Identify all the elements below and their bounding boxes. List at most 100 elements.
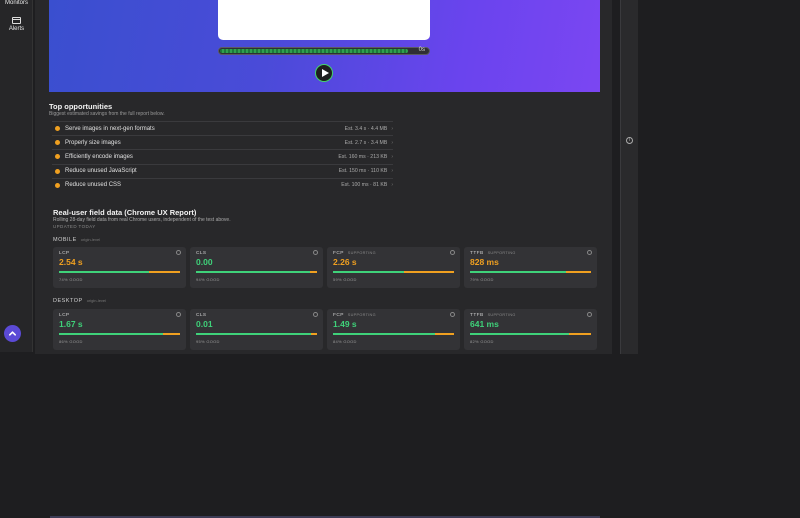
distribution-bar: [470, 333, 591, 335]
main-panel: 0s Top opportunities Biggest estimated s…: [35, 0, 612, 354]
good-segment: [59, 333, 164, 335]
metric-tag: SUPPORTING: [487, 313, 516, 317]
opportunity-estimate: Est. 3.4 s · 4.4 MB: [344, 125, 388, 132]
opportunity-row[interactable]: Properly size images Est. 2.7 s · 3.4 MB ›: [52, 135, 393, 149]
opportunity-row[interactable]: Efficiently encode images Est. 160 ms · 2…: [52, 149, 393, 163]
nav-item-monitors-label: Monitors: [4, 0, 28, 6]
info-icon[interactable]: [313, 250, 318, 255]
chevron-right-icon: ›: [391, 182, 393, 189]
playback-time: 0s: [418, 47, 425, 53]
good-segment: [196, 333, 311, 335]
needs-improvement-segment: [163, 333, 180, 335]
metric-card-cls[interactable]: CLS 0.01 95% GOOD: [190, 309, 323, 350]
mobile-tag: origin-level: [80, 237, 101, 242]
needs-improvement-segment: [148, 271, 180, 273]
metric-card-fcp[interactable]: FCP SUPPORTING 2.26 s 59% GOOD: [327, 247, 460, 288]
warning-dot-icon: [55, 154, 60, 160]
needs-improvement-segment: [569, 333, 591, 335]
nav-item-monitors[interactable]: Monitors: [0, 0, 33, 6]
opportunity-estimate: Est. 150 ms · 110 KB: [338, 168, 388, 175]
distribution-bar: [196, 271, 317, 273]
page-preview-frame: [218, 0, 430, 40]
good-percentage: 59% GOOD: [333, 277, 357, 282]
metric-header: TTFB SUPPORTING: [470, 313, 591, 318]
info-icon[interactable]: i: [626, 137, 633, 144]
good-percentage: 82% GOOD: [470, 339, 494, 344]
metric-header: CLS: [196, 251, 317, 256]
good-percentage: 94% GOOD: [196, 277, 220, 282]
distribution-bar: [333, 271, 454, 273]
needs-improvement-segment: [404, 271, 454, 273]
opportunities-title: Top opportunities: [49, 102, 113, 111]
metric-card-fcp[interactable]: FCP SUPPORTING 1.49 s 84% GOOD: [327, 309, 460, 350]
opportunities-subtitle: Biggest estimated savings from the full …: [49, 111, 165, 117]
info-icon[interactable]: [176, 312, 181, 317]
metric-card-ttfb[interactable]: TTFB SUPPORTING 828 ms 79% GOOD: [464, 247, 597, 288]
opportunity-estimate: Est. 160 ms · 213 KB: [338, 153, 388, 160]
nav-item-alerts[interactable]: Alerts: [0, 17, 33, 32]
play-button[interactable]: [315, 64, 333, 82]
opportunities-list: Serve images in next-gen formats Est. 3.4…: [52, 121, 393, 192]
metric-name: TTFB: [470, 313, 484, 318]
info-icon[interactable]: [450, 312, 455, 317]
metric-name: LCP: [59, 251, 70, 256]
opportunity-estimate: Est. 100 ms · 81 KB: [341, 182, 388, 189]
good-percentage: 79% GOOD: [470, 277, 494, 282]
good-percentage: 74% GOOD: [59, 277, 83, 282]
metric-card-lcp[interactable]: LCP 2.54 s 74% GOOD: [53, 247, 186, 288]
opportunity-estimate: Est. 2.7 s · 3.4 MB: [344, 139, 388, 146]
good-percentage: 86% GOOD: [59, 339, 83, 344]
metric-value: 0.00: [196, 257, 213, 267]
metric-value: 1.67 s: [59, 319, 83, 329]
warning-dot-icon: [55, 182, 60, 188]
info-icon[interactable]: [587, 250, 592, 255]
metric-header: CLS: [196, 313, 317, 318]
metric-name: LCP: [59, 313, 70, 318]
mobile-section-label: MOBILE origin-level: [53, 237, 100, 243]
desktop-tag: origin-level: [86, 298, 107, 303]
metric-header: FCP SUPPORTING: [333, 313, 454, 318]
good-percentage: 95% GOOD: [196, 339, 220, 344]
desktop-section-label: DESKTOP origin-level: [53, 298, 106, 304]
opportunity-label: Serve images in next-gen formats: [65, 125, 155, 132]
metric-card-cls[interactable]: CLS 0.00 94% GOOD: [190, 247, 323, 288]
good-segment: [470, 333, 570, 335]
metric-card-lcp[interactable]: LCP 1.67 s 86% GOOD: [53, 309, 186, 350]
info-icon[interactable]: [587, 312, 592, 317]
opportunity-row[interactable]: Reduce unused JavaScript Est. 150 ms · 11…: [52, 163, 393, 178]
chevron-right-icon: ›: [391, 139, 393, 146]
metric-value: 828 ms: [470, 257, 499, 267]
good-segment: [333, 333, 435, 335]
metric-value: 641 ms: [470, 319, 499, 329]
good-segment: [333, 271, 405, 273]
opportunity-row[interactable]: Reduce unused CSS Est. 100 ms · 81 KB ›: [52, 177, 393, 192]
info-icon[interactable]: [176, 250, 181, 255]
right-rail: [620, 0, 638, 354]
info-icon[interactable]: [313, 312, 318, 317]
good-segment: [470, 271, 566, 273]
playback-progress-bar[interactable]: 0s: [218, 47, 430, 55]
metric-value: 0.01: [196, 319, 213, 329]
needs-improvement-segment: [310, 333, 317, 335]
chevron-up-icon: [8, 331, 17, 336]
distribution-bar: [196, 333, 317, 335]
good-segment: [196, 271, 310, 273]
warning-dot-icon: [55, 126, 60, 132]
needs-improvement-segment: [309, 271, 317, 273]
opportunity-label: Efficiently encode images: [65, 153, 133, 160]
opportunity-row[interactable]: Serve images in next-gen formats Est. 3.4…: [52, 121, 393, 135]
scroll-top-button[interactable]: [4, 325, 21, 342]
distribution-bar: [470, 271, 591, 273]
good-segment: [59, 271, 149, 273]
metric-tag: SUPPORTING: [487, 251, 516, 255]
metric-value: 2.26 s: [333, 257, 357, 267]
metric-value: 1.49 s: [333, 319, 357, 329]
chevron-right-icon: ›: [391, 125, 393, 132]
info-icon[interactable]: [450, 250, 455, 255]
metric-name: TTFB: [470, 251, 484, 256]
chevron-right-icon: ›: [391, 153, 393, 160]
needs-improvement-segment: [565, 271, 591, 273]
metric-name: CLS: [196, 313, 207, 318]
metric-card-ttfb[interactable]: TTFB SUPPORTING 641 ms 82% GOOD: [464, 309, 597, 350]
filmstrip-player: 0s: [49, 0, 600, 92]
